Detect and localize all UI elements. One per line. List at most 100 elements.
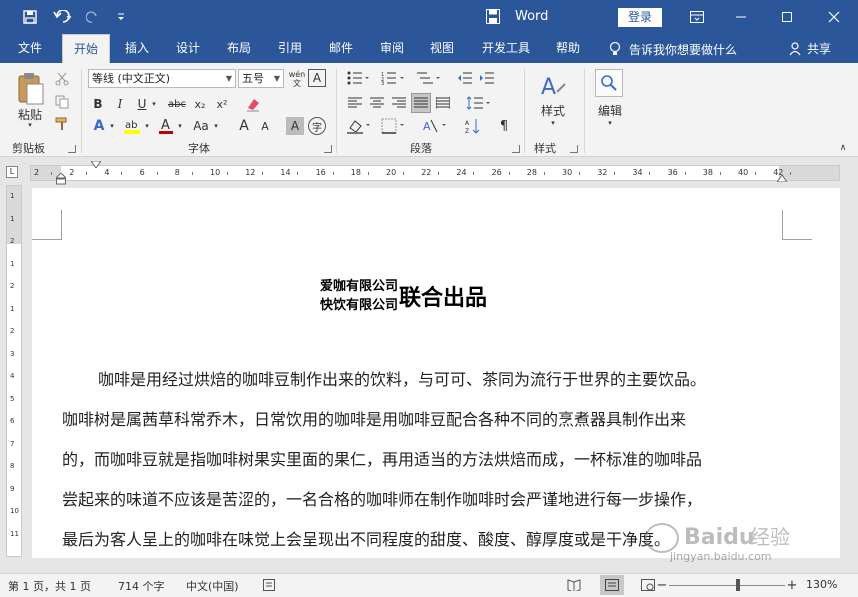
decrease-indent-icon[interactable]: [456, 70, 474, 86]
login-button[interactable]: 登录: [618, 8, 662, 27]
paste-label[interactable]: 粘贴: [12, 107, 48, 122]
minimize-icon[interactable]: [730, 6, 752, 28]
highlight-dropdown-icon[interactable]: ▾: [143, 117, 151, 135]
paste-dropdown-icon[interactable]: ▾: [24, 121, 36, 129]
shrink-font-button[interactable]: A: [256, 117, 274, 135]
document-page[interactable]: 爱咖有限公司 快饮有限公司 联合出品 咖啡是用经过烘焙的咖啡豆制作出来的饮料，与…: [32, 188, 840, 558]
read-mode-icon[interactable]: [566, 577, 582, 593]
undo-icon[interactable]: [50, 7, 76, 27]
clipboard-launcher-icon[interactable]: [68, 145, 76, 153]
web-layout-icon[interactable]: [640, 577, 656, 593]
font-size-select[interactable]: 五号 ▼: [238, 69, 284, 88]
page-count[interactable]: 第 1 页，共 1 页: [8, 578, 91, 594]
print-layout-icon[interactable]: [600, 575, 624, 595]
underline-button[interactable]: U: [134, 95, 150, 113]
superscript-button[interactable]: x²: [213, 95, 231, 113]
distributed-icon[interactable]: [434, 94, 452, 112]
sort-icon[interactable]: AZ: [464, 117, 482, 135]
tell-me-search[interactable]: 告诉我你想要做什么: [609, 40, 737, 58]
grow-font-button[interactable]: A: [235, 117, 253, 135]
editing-dropdown-icon[interactable]: ▾: [605, 119, 615, 127]
tab-developer[interactable]: 开发工具: [474, 34, 538, 63]
highlight-icon[interactable]: ab: [122, 117, 142, 135]
zoom-level[interactable]: 130%: [806, 578, 837, 591]
tab-selector[interactable]: L: [6, 166, 18, 178]
tab-layout[interactable]: 布局: [218, 34, 260, 63]
right-indent-marker[interactable]: [776, 173, 788, 183]
strikethrough-button[interactable]: abc: [166, 95, 188, 113]
bold-button[interactable]: B: [90, 95, 106, 113]
font-name-select[interactable]: 等线 (中文正文) ▼: [88, 69, 236, 88]
font-color-icon[interactable]: A: [157, 117, 175, 135]
paste-icon[interactable]: [14, 71, 46, 107]
search-icon[interactable]: [595, 69, 623, 97]
first-line-indent-marker[interactable]: [90, 160, 102, 168]
numbering-icon[interactable]: 123: [380, 70, 408, 86]
text-effects-dropdown-icon[interactable]: ▾: [108, 117, 116, 135]
tab-mailings[interactable]: 邮件: [320, 34, 362, 63]
hanging-indent-marker[interactable]: [55, 173, 67, 185]
tab-help[interactable]: 帮助: [547, 34, 589, 63]
tab-view[interactable]: 视图: [421, 34, 463, 63]
styles-dropdown-icon[interactable]: ▾: [548, 119, 558, 127]
tab-design[interactable]: 设计: [167, 34, 209, 63]
bullets-icon[interactable]: [346, 70, 372, 86]
tab-home[interactable]: 开始: [62, 34, 110, 63]
tab-file[interactable]: 文件: [8, 34, 52, 63]
underline-dropdown-icon[interactable]: ▾: [150, 95, 158, 113]
align-right-icon[interactable]: [390, 94, 408, 112]
shading-icon[interactable]: [346, 117, 374, 135]
close-icon[interactable]: [823, 6, 845, 28]
enclose-char-circle-icon[interactable]: 字: [308, 117, 326, 135]
customize-quick-access-icon[interactable]: [114, 7, 128, 27]
italic-button[interactable]: I: [112, 95, 128, 113]
zoom-slider[interactable]: [669, 585, 785, 586]
justify-icon[interactable]: [411, 93, 431, 113]
font-launcher-icon[interactable]: [324, 145, 332, 153]
ribbon-display-options-icon[interactable]: [686, 6, 708, 28]
maximize-icon[interactable]: [776, 6, 798, 28]
zoom-out-button[interactable]: −: [656, 577, 668, 593]
clear-formatting-icon[interactable]: [244, 95, 262, 113]
line-spacing-icon[interactable]: [466, 94, 492, 112]
vertical-ruler[interactable]: 1 1 2 1 2 1 2 3 4 5 6 7 8 9 10 11: [6, 185, 22, 557]
cut-icon[interactable]: [54, 71, 70, 87]
copy-icon[interactable]: [54, 94, 70, 110]
change-case-dropdown-icon[interactable]: ▾: [212, 117, 220, 135]
phonetic-guide-button[interactable]: wén 文: [288, 69, 306, 89]
show-marks-icon[interactable]: ¶: [496, 117, 512, 135]
share-button[interactable]: 共享: [789, 40, 831, 57]
zoom-in-button[interactable]: +: [786, 577, 798, 593]
styles-label[interactable]: 样式: [534, 103, 572, 118]
vertical-scrollbar[interactable]: [840, 184, 858, 558]
tab-review[interactable]: 审阅: [371, 34, 413, 63]
redo-icon[interactable]: [84, 7, 102, 27]
zoom-slider-thumb[interactable]: [736, 579, 740, 591]
tab-references[interactable]: 引用: [269, 34, 311, 63]
word-count[interactable]: 714 个字: [118, 578, 165, 594]
align-left-icon[interactable]: [346, 94, 364, 112]
multilevel-list-icon[interactable]: [414, 70, 444, 86]
align-center-icon[interactable]: [368, 94, 386, 112]
styles-icon[interactable]: A: [538, 71, 568, 101]
editing-label[interactable]: 编辑: [592, 103, 628, 118]
ruler-tick: [684, 172, 686, 175]
increase-indent-icon[interactable]: [478, 70, 496, 86]
tab-insert[interactable]: 插入: [116, 34, 158, 63]
chinese-layout-icon[interactable]: A: [422, 117, 450, 135]
language-indicator[interactable]: 中文(中国): [186, 578, 239, 594]
collapse-ribbon-icon[interactable]: ∧: [836, 143, 850, 153]
horizontal-ruler[interactable]: 2 2 4 6 8 10 12 14 16 18 20 22 24 26 28 30 32 34 36 38 40 42: [30, 165, 840, 181]
change-case-button[interactable]: Aa: [190, 117, 212, 135]
font-color-dropdown-icon[interactable]: ▾: [176, 117, 184, 135]
format-painter-icon[interactable]: [54, 116, 70, 132]
save-icon[interactable]: [20, 7, 40, 27]
paragraph-launcher-icon[interactable]: [512, 145, 520, 153]
macro-record-icon[interactable]: [262, 578, 276, 592]
styles-launcher-icon[interactable]: [570, 145, 578, 153]
borders-icon[interactable]: [380, 117, 408, 135]
enclose-characters-button[interactable]: A: [308, 69, 326, 87]
character-shading-button[interactable]: A: [286, 117, 304, 135]
text-effects-icon[interactable]: A: [90, 117, 108, 135]
subscript-button[interactable]: x₂: [191, 95, 209, 113]
